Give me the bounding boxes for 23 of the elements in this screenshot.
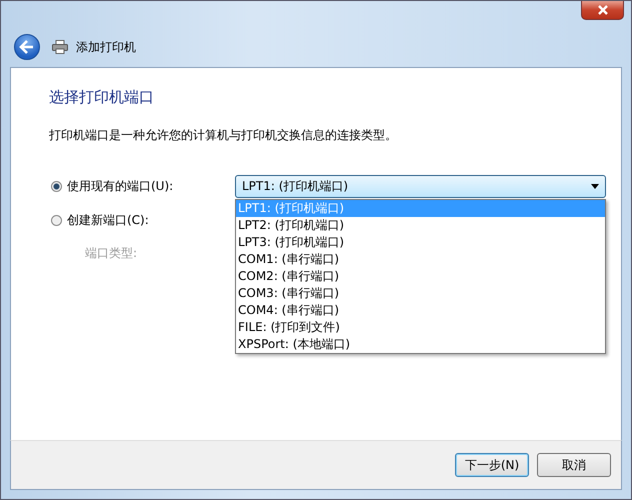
port-dropdown[interactable]: LPT1: (打印机端口) [235, 174, 606, 198]
dropdown-item[interactable]: XPSPort: (本地端口) [236, 336, 605, 352]
back-arrow-icon [19, 40, 35, 54]
dropdown-item[interactable]: FILE: (打印到文件) [236, 318, 605, 336]
dropdown-item[interactable]: LPT2: (打印机端口) [236, 216, 605, 234]
window-title: 添加打印机 [76, 38, 136, 56]
close-icon [596, 5, 610, 15]
description-text: 打印机端口是一种允许您的计算机与打印机交换信息的连接类型。 [49, 127, 398, 144]
back-button[interactable] [14, 34, 40, 60]
close-button[interactable] [581, 1, 624, 20]
caret-icon [591, 184, 599, 188]
dropdown-item[interactable]: COM4: (串行端口) [236, 302, 605, 318]
cancel-button[interactable]: 取消 [537, 453, 611, 477]
printer-icon [52, 40, 68, 54]
radio-option[interactable]: 使用现有的端口(U): [51, 178, 231, 194]
dropdown-item[interactable]: COM2: (串行端口) [236, 268, 605, 284]
port-type-label: 端口类型: [85, 245, 138, 262]
dropdown-item[interactable]: COM1: (串行端口) [236, 250, 605, 268]
radio-option[interactable]: 创建新端口(C): [51, 212, 231, 229]
dropdown-item[interactable]: LPT3: (打印机端口) [236, 234, 605, 250]
dropdown-item[interactable]: COM3: (串行端口) [236, 284, 605, 302]
next-button[interactable]: 下一步(N) [455, 453, 529, 477]
page-heading: 选择打印机端口 [49, 88, 155, 107]
